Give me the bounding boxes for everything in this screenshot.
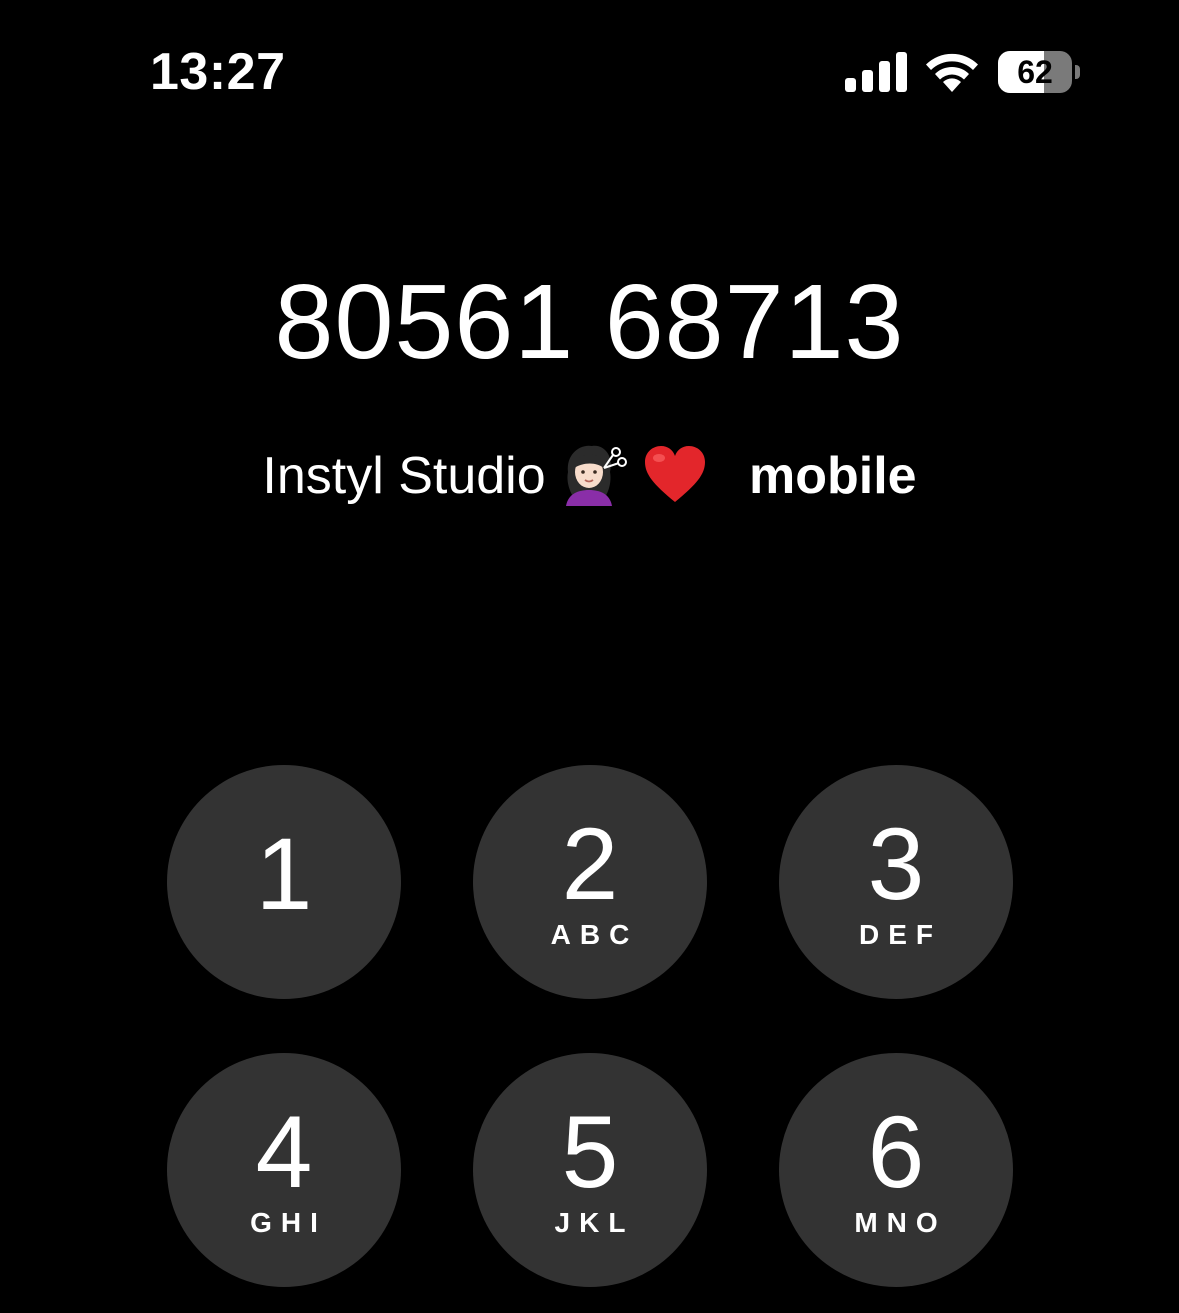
key-4[interactable]: 4 GHI <box>167 1053 401 1287</box>
key-digit: 5 <box>561 1095 619 1209</box>
key-6[interactable]: 6 MNO <box>779 1053 1013 1287</box>
key-3[interactable]: 3 DEF <box>779 765 1013 999</box>
key-letters: ABC <box>550 919 639 950</box>
key-digit: 4 <box>255 1095 313 1209</box>
key-digit: 6 <box>867 1095 925 1209</box>
key-letters: JKL <box>554 1207 635 1238</box>
keypad: 1 2 ABC 3 DEF 4 GHI 5 JKL 6 MNO <box>0 0 1179 1313</box>
key-digit: 2 <box>561 807 619 921</box>
key-digit: 1 <box>255 817 313 931</box>
key-1[interactable]: 1 <box>167 765 401 999</box>
key-2[interactable]: 2 ABC <box>473 765 707 999</box>
key-letters: MNO <box>854 1207 947 1238</box>
key-5[interactable]: 5 JKL <box>473 1053 707 1287</box>
key-letters: DEF <box>859 919 942 950</box>
key-digit: 3 <box>867 807 925 921</box>
key-letters: GHI <box>250 1207 327 1238</box>
